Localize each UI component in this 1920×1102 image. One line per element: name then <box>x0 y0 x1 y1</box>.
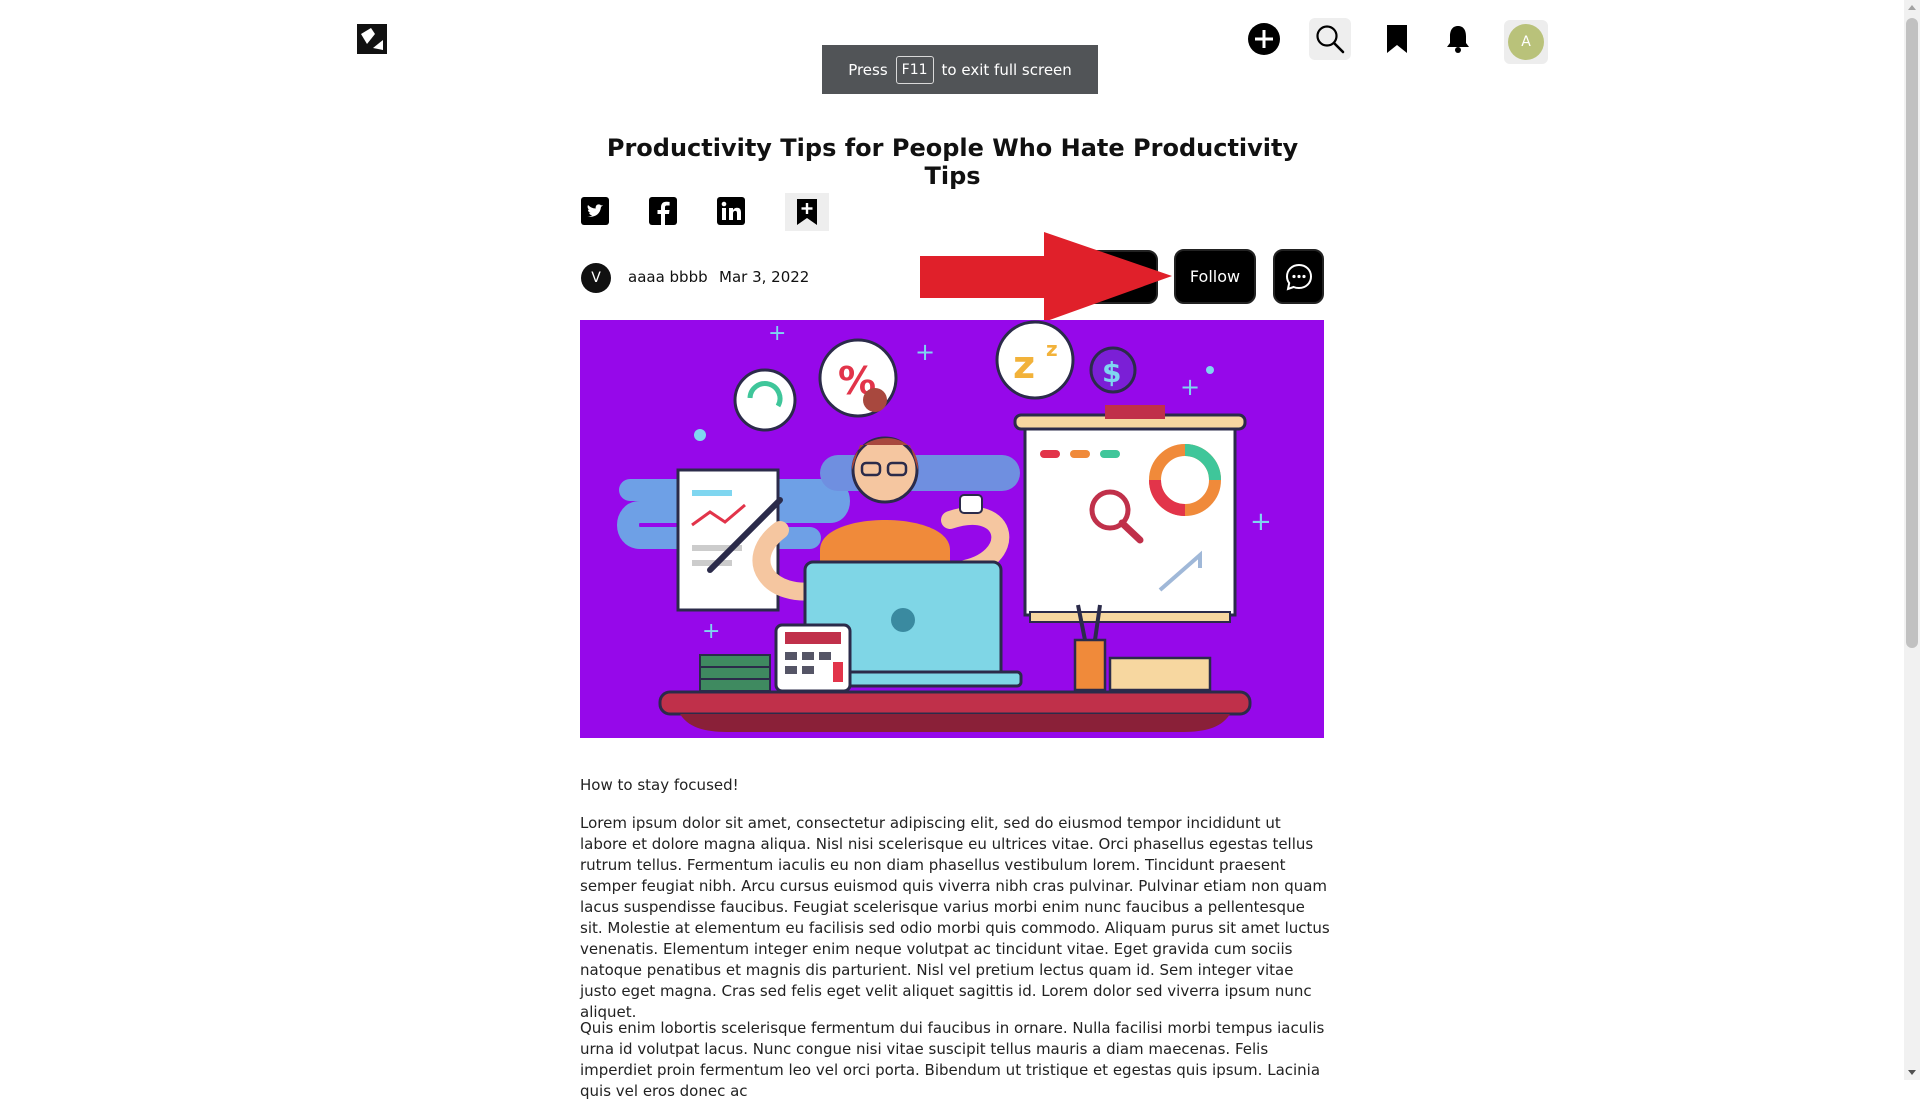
share-twitter-button[interactable] <box>580 196 614 230</box>
scroll-up-arrow-icon[interactable] <box>1904 0 1920 16</box>
follow-button[interactable]: Follow <box>1174 249 1256 304</box>
svg-text:+: + <box>702 619 720 644</box>
article-paragraph: Quis enim lobortis scelerisque fermentum… <box>580 1019 1325 1100</box>
article-hero-image: + + + + + % z z $ <box>580 320 1324 738</box>
scrollbar-thumb[interactable] <box>1906 18 1918 648</box>
bookmarks-button[interactable] <box>1376 18 1418 60</box>
svg-text:+: + <box>1180 373 1200 401</box>
search-button[interactable] <box>1309 18 1351 60</box>
user-avatar[interactable]: A <box>1508 24 1544 60</box>
search-icon <box>1316 25 1345 54</box>
svg-text:+: + <box>915 338 935 366</box>
twitter-icon <box>581 197 609 225</box>
author-name[interactable]: aaaa bbbb <box>628 268 708 286</box>
svg-text:$: $ <box>1102 356 1121 389</box>
create-post-button[interactable] <box>1243 18 1285 60</box>
toast-suffix: to exit full screen <box>941 60 1072 79</box>
fullscreen-toast: Press F11 to exit full screen <box>822 45 1098 94</box>
save-article-button[interactable] <box>785 193 829 231</box>
svg-text:+: + <box>1250 507 1272 537</box>
linkedin-icon <box>717 197 745 225</box>
article-paragraph: Lorem ipsum dolor sit amet, consectetur … <box>580 814 1330 1021</box>
svg-text:z: z <box>1046 337 1058 361</box>
svg-text:z: z <box>1013 343 1035 387</box>
post-date: Mar 3, 2022 <box>719 268 810 286</box>
toast-prefix: Press <box>848 60 888 79</box>
bookmark-icon <box>1387 25 1407 53</box>
add-icon <box>1248 23 1280 55</box>
article-title: Productivity Tips for People Who Hate Pr… <box>606 134 1299 190</box>
toast-key: F11 <box>895 55 934 84</box>
share-linkedin-button[interactable] <box>716 196 750 230</box>
chat-bubble-icon <box>1285 263 1312 291</box>
facebook-icon <box>649 197 677 225</box>
notifications-button[interactable] <box>1437 18 1479 60</box>
share-facebook-button[interactable] <box>648 196 682 230</box>
svg-text:+: + <box>768 321 786 346</box>
annotation-arrow <box>918 232 1172 322</box>
message-author-button[interactable] <box>1273 249 1324 304</box>
scroll-down-arrow-icon[interactable] <box>1904 1064 1920 1080</box>
bell-icon <box>1447 26 1469 53</box>
site-logo[interactable] <box>355 22 389 56</box>
author-avatar[interactable]: V <box>581 263 611 293</box>
bookmark-add-icon <box>797 199 817 225</box>
article-lead: How to stay focused! <box>580 776 739 794</box>
